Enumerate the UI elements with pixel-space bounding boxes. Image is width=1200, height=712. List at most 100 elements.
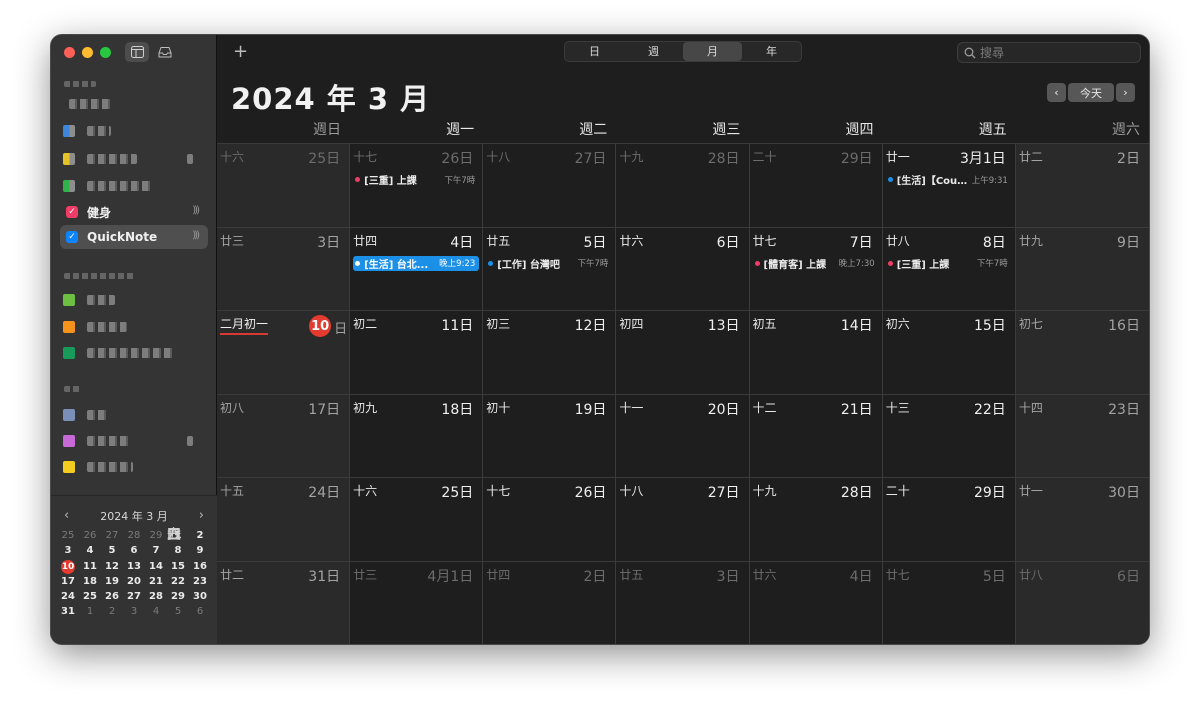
mini-day[interactable]: 26 (101, 589, 123, 604)
inbox-button[interactable] (153, 42, 177, 62)
day-cell[interactable]: 初五 14日 (749, 311, 883, 395)
mini-day[interactable]: 4 (79, 543, 101, 558)
day-cell[interactable]: 初六 15日 (882, 311, 1016, 395)
day-cell[interactable]: 廿二 2日 (1015, 144, 1149, 228)
view-tab[interactable]: 日 (565, 42, 624, 61)
redacted-calendar[interactable] (87, 154, 137, 164)
minimize-window-button[interactable] (82, 47, 93, 58)
mini-day[interactable]: 23 (189, 574, 211, 589)
add-event-button[interactable]: + (233, 41, 248, 62)
calendar-checkbox[interactable]: ✓ (66, 206, 78, 218)
mini-day[interactable]: 6 (123, 543, 145, 558)
redacted-calendar[interactable] (87, 462, 133, 472)
mini-day[interactable]: 8 (167, 543, 189, 558)
search-field[interactable] (957, 42, 1141, 63)
mini-day[interactable]: 1 (79, 604, 101, 619)
mini-day[interactable]: 15 (167, 559, 189, 574)
mini-day[interactable]: 27 (123, 589, 145, 604)
day-cell[interactable]: 二十 29日 (882, 478, 1016, 562)
event-item[interactable]: [三重] 上課 下午7時 (353, 172, 479, 187)
day-cell[interactable]: 廿六 6日 (616, 227, 750, 311)
mini-day[interactable]: 22 (167, 574, 189, 589)
day-cell[interactable]: 十六 25日 (217, 144, 351, 228)
day-cell[interactable]: 十九 28日 (749, 478, 883, 562)
mini-day[interactable]: 6 (189, 604, 211, 619)
mini-day[interactable]: 10 (57, 559, 79, 574)
day-cell[interactable]: 廿六 4日 (750, 561, 883, 644)
mini-day[interactable]: 3 (123, 604, 145, 619)
next-month-button[interactable]: › (1116, 83, 1135, 102)
event-item[interactable]: [生活] 台北... 晚上9:23 (353, 255, 480, 271)
zoom-window-button[interactable] (100, 47, 111, 58)
day-cell[interactable]: 廿五 3日 (616, 561, 750, 644)
mini-day[interactable]: 31 (57, 604, 79, 619)
day-cell[interactable]: 初八 17日 (217, 394, 351, 478)
close-window-button[interactable] (64, 47, 75, 58)
mini-day[interactable]: 28 (145, 589, 167, 604)
mini-day[interactable]: 2 (101, 604, 123, 619)
day-cell[interactable]: 廿四 2日 (483, 561, 617, 644)
redacted-calendar[interactable] (69, 99, 111, 109)
day-cell[interactable]: 廿四 4日 [生活] 台北... 晚上9:23 (350, 227, 484, 311)
day-cell[interactable]: 廿九 9日 (1015, 227, 1149, 311)
day-cell[interactable]: 十一 20日 (616, 394, 750, 478)
day-cell[interactable]: 十九 28日 (616, 144, 750, 228)
mini-day[interactable]: 29 (167, 589, 189, 604)
day-cell[interactable]: 十七 26日 (483, 478, 617, 562)
event-item[interactable]: [體育客] 上課 晚上7:30 (753, 256, 879, 271)
calendar-list-toggle-button[interactable] (125, 42, 149, 62)
event-item[interactable]: [三重] 上課 下午7時 (886, 256, 1012, 271)
mini-day[interactable]: 4 (145, 604, 167, 619)
day-cell[interactable]: 十五 24日 (217, 478, 351, 562)
redacted-calendar[interactable] (87, 126, 111, 136)
day-cell[interactable]: 廿三 3日 (217, 227, 351, 311)
mini-day[interactable]: 25 (79, 589, 101, 604)
day-cell[interactable]: 二十 29日 (749, 144, 883, 228)
day-cell[interactable]: 初九 18日 (350, 394, 484, 478)
redacted-calendar[interactable] (87, 348, 175, 358)
event-item[interactable]: [工作] 台灣吧 下午7時 (486, 256, 612, 271)
mini-day[interactable]: 21 (145, 574, 167, 589)
mini-day[interactable]: 30 (189, 589, 211, 604)
day-cell[interactable]: 十四 23日 (1015, 394, 1149, 478)
day-cell[interactable]: 二月初一 10 日 (217, 311, 351, 395)
mini-day[interactable]: 7 (145, 543, 167, 558)
redacted-calendar[interactable] (87, 322, 127, 332)
day-cell[interactable]: 初三 12日 (483, 311, 617, 395)
day-cell[interactable]: 廿八 8日 [三重] 上課 下午7時 (882, 227, 1016, 311)
mini-day[interactable]: 11 (79, 559, 101, 574)
mini-day[interactable]: 19 (101, 574, 123, 589)
search-input[interactable] (980, 45, 1130, 60)
mini-day[interactable]: 13 (123, 559, 145, 574)
day-cell[interactable]: 廿八 6日 (1015, 561, 1149, 644)
today-button[interactable]: 今天 (1068, 83, 1114, 102)
mini-day[interactable]: 16 (189, 559, 211, 574)
mini-day[interactable]: 3 (57, 543, 79, 558)
day-cell[interactable]: 十二 21日 (749, 394, 883, 478)
day-cell[interactable]: 廿五 5日 [工作] 台灣吧 下午7時 (483, 227, 617, 311)
mini-day[interactable]: 12 (101, 559, 123, 574)
mini-day[interactable]: 2 (189, 528, 211, 543)
day-cell[interactable]: 廿一 30日 (1015, 478, 1149, 562)
mini-day[interactable]: 18 (79, 574, 101, 589)
mini-day[interactable]: 5 (101, 543, 123, 558)
day-cell[interactable]: 廿七 5日 (883, 561, 1016, 644)
redacted-calendar[interactable] (87, 436, 131, 446)
day-cell[interactable]: 廿二 31日 (217, 561, 351, 644)
view-tab[interactable]: 年 (742, 42, 801, 61)
redacted-calendar[interactable] (87, 295, 115, 305)
day-cell[interactable]: 十六 25日 (350, 478, 484, 562)
day-cell[interactable]: 初二 11日 (350, 311, 484, 395)
mini-day[interactable]: 14 (145, 559, 167, 574)
view-tab[interactable]: 月 (683, 42, 742, 61)
calendar-checkbox[interactable]: ✓ (66, 231, 78, 243)
calendar-item-quicknote[interactable]: ✓ QuickNote ))) (60, 225, 208, 249)
day-cell[interactable]: 十三 22日 (882, 394, 1016, 478)
day-cell[interactable]: 初十 19日 (483, 394, 617, 478)
event-item[interactable]: [生活]【Cou... 上午9:31 (886, 172, 1012, 187)
day-cell[interactable]: 十八 27日 (483, 144, 617, 228)
day-cell[interactable]: 十七 26日 [三重] 上課 下午7時 (350, 144, 484, 228)
redacted-calendar[interactable] (87, 410, 107, 420)
prev-month-button[interactable]: ‹ (1047, 83, 1066, 102)
day-cell[interactable]: 十八 27日 (616, 478, 750, 562)
